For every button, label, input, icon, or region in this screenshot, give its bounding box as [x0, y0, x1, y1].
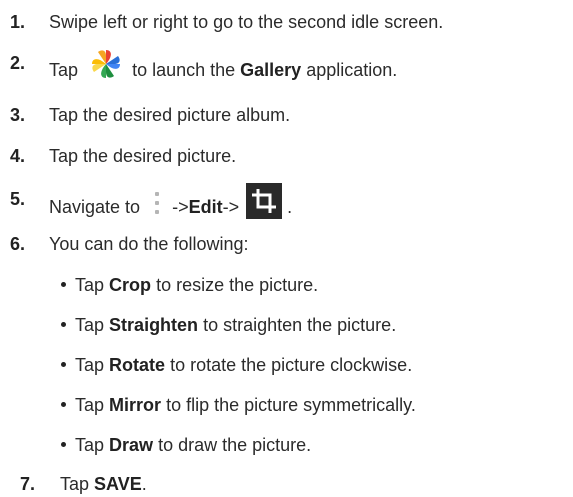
crop-icon: [246, 183, 283, 225]
option-pre: Tap: [75, 315, 105, 335]
step-text: Tap SAVE.: [60, 472, 147, 496]
arrow-separator: ->: [172, 196, 189, 217]
option-post: to resize the picture.: [156, 275, 319, 295]
step-number: 1.: [10, 12, 26, 32]
option-pre: Tap: [75, 275, 105, 295]
option-name: Mirror: [109, 395, 162, 415]
step-text: Tap the desired picture.: [49, 146, 237, 166]
step-text: Tap the desired picture album.: [49, 105, 291, 125]
step-number: 5.: [10, 189, 26, 209]
bullet-icon: [61, 442, 66, 447]
step-number: 2.: [10, 53, 26, 73]
step-number: 7.: [20, 474, 36, 494]
option-post: to straighten the picture.: [203, 315, 397, 335]
step-text: Navigate to ->Edit-> .: [49, 183, 293, 229]
bullet-icon: [61, 362, 66, 367]
step-text-mid: to launch the: [132, 59, 236, 80]
option-text: Tap Mirror to flip the picture symmetric…: [75, 393, 416, 417]
option-name: Straighten: [109, 315, 199, 335]
option-pre: Tap: [75, 395, 105, 415]
step-text-post: .: [287, 196, 293, 217]
app-name-gallery: Gallery: [240, 59, 302, 80]
bullet-icon: [61, 282, 66, 287]
bullet-icon: [61, 322, 66, 327]
option-name: Draw: [109, 435, 154, 455]
option-post: to flip the picture symmetrically.: [166, 395, 416, 415]
step-text: You can do the following:: [49, 234, 249, 254]
option-pre: Tap: [75, 435, 105, 455]
option-post: to draw the picture.: [158, 435, 312, 455]
step-text: Tap to launch the Gallery application.: [49, 50, 398, 91]
step-text-post: .: [141, 474, 147, 494]
google-photos-pinwheel-icon: [89, 47, 123, 87]
step-text-post: application.: [306, 59, 398, 80]
option-text: Tap Rotate to rotate the picture clockwi…: [75, 353, 412, 377]
option-name: Rotate: [109, 355, 166, 375]
arrow-separator: ->: [222, 196, 240, 217]
bullet-icon: [61, 402, 66, 407]
step-text-pre: Navigate to: [49, 196, 141, 217]
more-vertical-icon: [153, 189, 161, 223]
step-number: 6.: [10, 234, 26, 254]
option-text: Tap Straighten to straighten the picture…: [75, 313, 396, 337]
step-number: 4.: [10, 146, 26, 166]
action-save: SAVE: [94, 474, 142, 494]
option-pre: Tap: [75, 355, 105, 375]
option-text: Tap Crop to resize the picture.: [75, 273, 318, 297]
option-text: Tap Draw to draw the picture.: [75, 433, 311, 457]
menu-item-edit: Edit: [188, 196, 223, 217]
step-number: 3.: [10, 105, 26, 125]
step-text-pre: Tap: [49, 59, 79, 80]
option-name: Crop: [109, 275, 152, 295]
step-text-pre: Tap: [60, 474, 90, 494]
option-post: to rotate the picture clockwise.: [170, 355, 413, 375]
step-text: Swipe left or right to go to the second …: [49, 12, 444, 32]
